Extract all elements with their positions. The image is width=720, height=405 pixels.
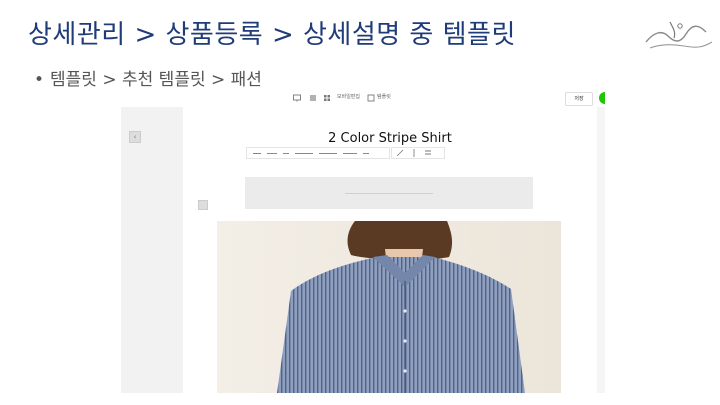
- format-option[interactable]: [267, 153, 277, 154]
- right-edge: [597, 107, 605, 393]
- placeholder-line: [345, 193, 433, 194]
- bullet-text: 템플릿 > 추천 템플릿 > 패션: [50, 70, 262, 90]
- left-panel: ‹: [121, 107, 183, 393]
- editor-canvas[interactable]: 2 Color Stripe Shirt: [183, 107, 597, 393]
- mobile-edit-button[interactable]: 모바일편집: [337, 93, 360, 100]
- format-option[interactable]: [253, 153, 261, 154]
- format-toolbar: [246, 147, 390, 159]
- editor-screenshot: 모바일편집 템플릿 저장 ‹ 2 Color Stripe Shirt: [121, 89, 605, 393]
- brand-logo: [645, 21, 713, 49]
- product-photo[interactable]: [217, 221, 561, 393]
- list-icon[interactable]: [309, 94, 317, 102]
- slide-title: 상세관리 > 상품등록 > 상세설명 중 템플릿: [28, 20, 516, 50]
- grid-icon[interactable]: [323, 94, 331, 102]
- document-title[interactable]: 2 Color Stripe Shirt: [183, 131, 597, 146]
- template-button[interactable]: 템플릿: [377, 93, 391, 100]
- align-icon[interactable]: [424, 149, 432, 157]
- block-handle[interactable]: [198, 200, 208, 210]
- text-placeholder-block[interactable]: [245, 177, 533, 209]
- divider-icon[interactable]: [410, 149, 418, 157]
- format-option[interactable]: [343, 153, 357, 154]
- format-option[interactable]: [295, 153, 313, 154]
- bullet-dot: •: [34, 70, 45, 90]
- editor-toolbar: 모바일편집 템플릿 저장: [121, 89, 605, 107]
- format-option[interactable]: [363, 153, 369, 154]
- format-option[interactable]: [283, 153, 289, 154]
- template-icon[interactable]: [367, 94, 375, 102]
- status-indicator: [599, 92, 605, 104]
- pen-icon[interactable]: [396, 149, 404, 157]
- monitor-icon[interactable]: [293, 94, 301, 102]
- chevron-left-icon[interactable]: ‹: [129, 131, 141, 143]
- shirt-photo-illustration: [217, 221, 561, 393]
- format-toolbar-extra: [391, 147, 445, 159]
- save-button[interactable]: 저장: [565, 92, 593, 106]
- format-option[interactable]: [319, 153, 337, 154]
- breadcrumb-bullet: • 템플릿 > 추천 템플릿 > 패션: [34, 65, 262, 90]
